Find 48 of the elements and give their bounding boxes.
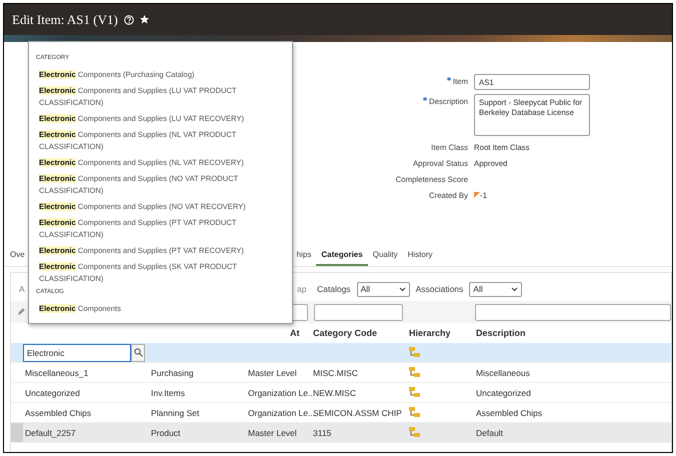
table-cell-text: Assembled Chips	[475, 408, 544, 418]
chevron-icon	[511, 286, 518, 292]
filter-field[interactable]	[314, 304, 403, 320]
column-header: Hierarchy	[408, 328, 452, 338]
tab[interactable]: Categories	[316, 250, 368, 266]
filter-select[interactable]: All	[356, 282, 410, 296]
pencil-icon[interactable]	[17, 308, 25, 316]
table-cell-text: 3115	[312, 428, 332, 438]
column-header: Category Code	[312, 328, 378, 338]
hierarchy-icon[interactable]	[409, 386, 420, 396]
hierarchy-icon[interactable]	[409, 346, 420, 356]
table-cell-text: Default_2257	[24, 428, 77, 438]
table-cell-text: Planning Set	[150, 408, 200, 418]
table-cell-text: Purchasing	[150, 368, 195, 378]
table-cell-text: Miscellaneous	[475, 368, 531, 378]
table-cell-text: Inv.Items	[150, 388, 186, 398]
tab[interactable]: hips	[292, 250, 316, 266]
table-cell-text: Default	[475, 428, 504, 438]
search-button[interactable]	[131, 344, 145, 362]
table-cell-text: Uncategorized	[24, 388, 81, 398]
table-cell-text: Uncategorized	[475, 388, 532, 398]
table-cell-text: Master Level	[247, 368, 298, 378]
hierarchy-icon[interactable]	[409, 406, 420, 416]
category-field[interactable]: Electronic	[23, 344, 131, 362]
column-header: Description	[475, 328, 527, 338]
hierarchy-icon[interactable]	[409, 366, 420, 376]
filter-field[interactable]	[474, 304, 671, 320]
tab[interactable]: History	[402, 250, 438, 266]
table-cell-text: Assembled Chips	[24, 408, 92, 418]
toolbar-text[interactable]: ap	[297, 284, 311, 294]
search-icon	[134, 348, 142, 357]
page-title: Edit Item: AS1 (V1)	[12, 12, 118, 28]
help-icon[interactable]	[124, 14, 134, 24]
tab[interactable]: Ove	[5, 250, 30, 266]
table-cell-text: Miscellaneous_1	[24, 368, 90, 378]
hierarchy-icon[interactable]	[409, 426, 420, 436]
table-row[interactable]: Default_2257 Product Master Level 3115 Default	[11, 423, 671, 443]
filter-label: Catalogs	[317, 284, 351, 294]
filter-select[interactable]: All	[469, 282, 522, 296]
tab[interactable]: Quality	[368, 250, 403, 266]
chevron-icon	[398, 286, 406, 292]
table-cell-text: Master Level	[247, 428, 298, 438]
column-header: At	[289, 328, 300, 338]
table-cell-text: Product	[150, 428, 182, 438]
flag-icon	[474, 192, 480, 199]
filter-label: Associations	[416, 284, 464, 294]
star-icon[interactable]	[140, 15, 149, 24]
table-cell-text: MISC.MISC	[312, 368, 359, 378]
